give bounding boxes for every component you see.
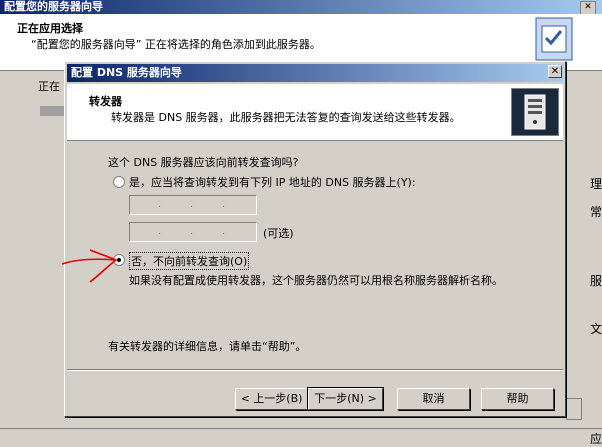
background-progress-bar (40, 106, 66, 116)
dialog-header: 转发器 转发器是 DNS 服务器，此服务器把无法答复的查询发送给这些转发器。 (67, 84, 563, 141)
background-divider (0, 428, 602, 429)
forward-question: 这个 DNS 服务器应该向前转发查询吗? (108, 156, 299, 169)
no-forward-description: 如果没有配置成使用转发器，这个服务器仍然可以用根名称服务器解析名称。 (129, 274, 503, 287)
page-title: 转发器 (89, 95, 122, 108)
server-icon (511, 88, 559, 136)
next-button[interactable]: 下一步(N) > (307, 387, 384, 411)
radio-forward-no-label[interactable]: 否，不向前转发查询(O) (129, 252, 250, 270)
background-window-titlebar: 配置您的服务器向导 (0, 0, 602, 14)
background-window-title: 配置您的服务器向导 (4, 0, 103, 13)
cancel-button[interactable]: 取消 (397, 388, 470, 410)
wizard-icon (535, 17, 573, 61)
page-subtitle: 转发器是 DNS 服务器，此服务器把无法答复的查询发送给这些转发器。 (111, 111, 461, 124)
radio-forward-yes-label[interactable]: 是，应当将查询转发到有下列 IP 地址的 DNS 服务器上(Y): (129, 174, 416, 190)
dialog-titlebar: 配置 DNS 服务器向导 (67, 64, 563, 82)
help-hint-text: 有关转发器的详细信息，请单击“帮助”。 (108, 340, 307, 353)
button-separator (67, 369, 563, 371)
dialog-title: 配置 DNS 服务器向导 (71, 66, 182, 79)
background-header-title: 正在应用选择 (17, 22, 83, 35)
optional-label: (可选) (263, 227, 294, 240)
close-button[interactable]: ✕ (548, 65, 562, 78)
edge-text-2: 常 (590, 205, 602, 219)
forwarder-ip-input-2: . . . (129, 222, 257, 242)
edge-text-5: 应 (590, 432, 602, 446)
background-status-text: 正在 (38, 80, 60, 93)
dns-wizard-dialog: 配置 DNS 服务器向导 ✕ 转发器 转发器是 DNS 服务器，此服务器把无法答… (64, 61, 566, 417)
annotation-arrow-icon (61, 249, 118, 283)
forwarder-ip-input-1: . . . (129, 195, 257, 215)
radio-forward-yes[interactable] (113, 176, 125, 188)
edge-text-3: 服 (590, 274, 602, 288)
edge-text-4: 文 (590, 322, 602, 336)
help-button[interactable]: 帮助 (481, 388, 554, 410)
background-close-button[interactable]: ✕ (580, 1, 596, 15)
back-button[interactable]: < 上一步(B) (235, 388, 308, 410)
background-button[interactable] (566, 398, 582, 420)
background-header-subtitle: “配置您的服务器向导” 正在将选择的角色添加到此服务器。 (31, 38, 321, 51)
edge-text-1: 理 (590, 177, 602, 191)
